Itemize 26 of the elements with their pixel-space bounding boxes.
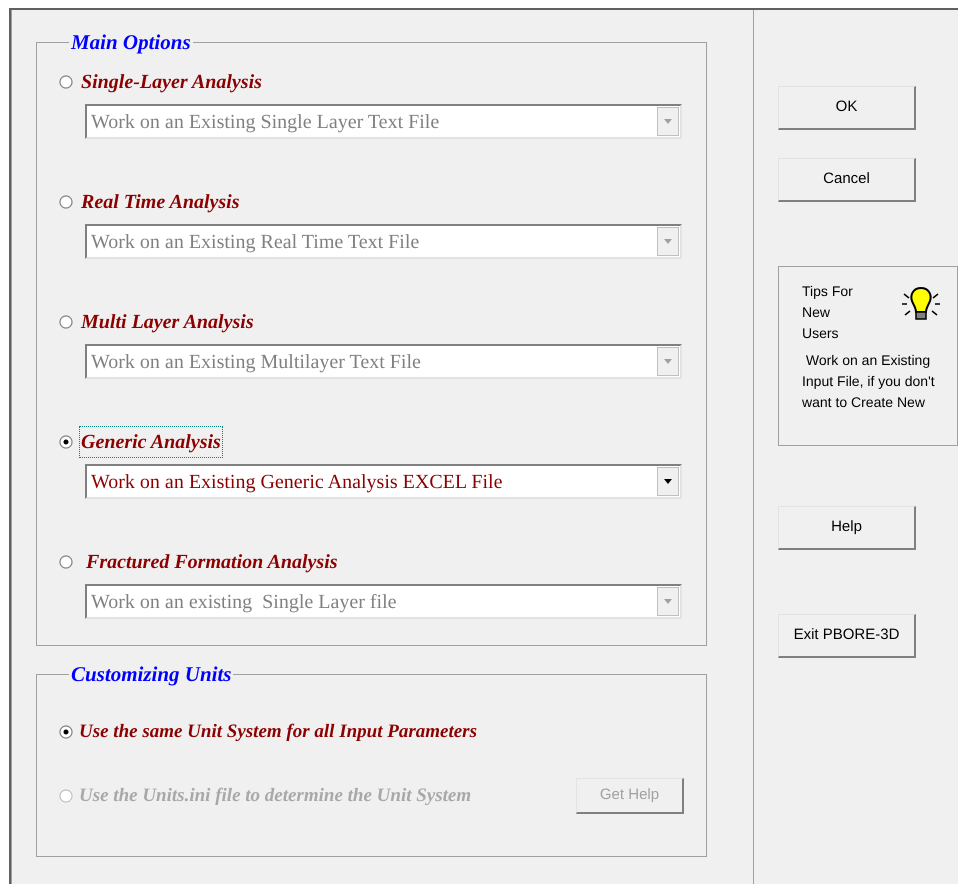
tips-text: Work on an Existing Input File, if you don't want to Create New <box>802 351 936 412</box>
option-label[interactable]: Use the same Unit System for all Input Parameters <box>79 718 477 746</box>
group-title: Main Options <box>70 30 192 54</box>
push-button[interactable]: Cancel <box>778 158 916 202</box>
dropdown-value: Work on an existing Single Layer file <box>90 590 398 614</box>
push-button[interactable]: Help <box>778 506 916 550</box>
option-label[interactable]: Real Time Analysis <box>79 186 242 218</box>
option-label[interactable]: Generic Analysis <box>79 426 223 458</box>
dropdown[interactable]: Work on an Existing Generic Analysis EXCEL File <box>85 464 682 499</box>
option-label[interactable]: Fractured Formation Analysis <box>79 546 340 578</box>
radio-button[interactable] <box>59 75 73 89</box>
option-label[interactable]: Multi Layer Analysis <box>79 306 256 338</box>
dropdown-value: Work on an Existing Multilayer Text File <box>90 350 422 374</box>
push-button[interactable]: OK <box>778 86 916 130</box>
group-title: Customizing Units <box>70 662 232 686</box>
radio-button[interactable] <box>59 435 73 449</box>
push-button[interactable]: Exit PBORE-3D <box>778 614 916 658</box>
radio-button[interactable] <box>59 195 73 209</box>
radio-button[interactable] <box>59 555 73 569</box>
radio-button[interactable] <box>59 315 73 329</box>
dropdown-value: Work on an Existing Single Layer Text File <box>90 110 440 134</box>
dropdown-value: Work on an Existing Generic Analysis EXCEL File <box>90 470 504 494</box>
tips-title: Tips For New Users <box>802 282 854 343</box>
dropdown-value: Work on an Existing Real Time Text File <box>90 230 420 254</box>
option-label[interactable]: Single-Layer Analysis <box>79 66 264 98</box>
radio-button[interactable] <box>59 725 73 739</box>
